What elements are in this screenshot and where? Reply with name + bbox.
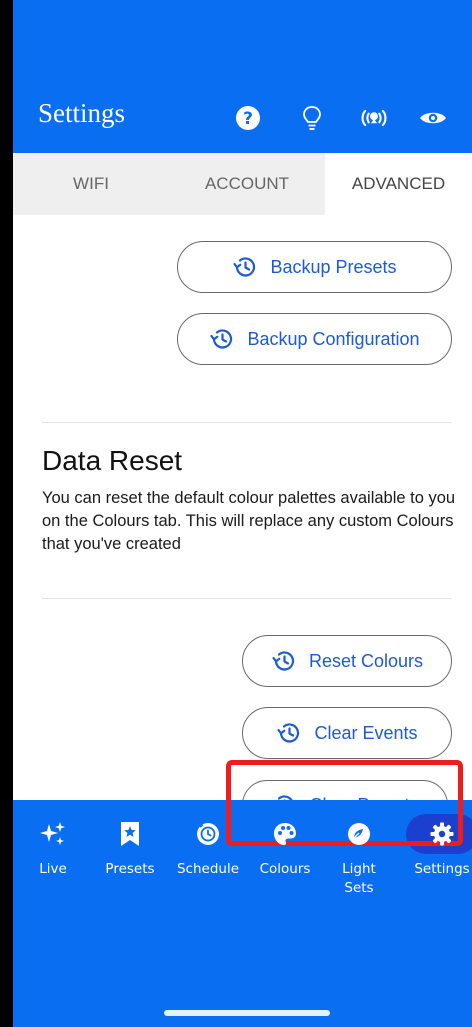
tab-wifi[interactable]: WIFI — [13, 153, 169, 215]
nav-colours[interactable]: Colours — [253, 800, 317, 879]
nav-label: Light Sets — [342, 861, 376, 896]
backup-configuration-label: Backup Configuration — [247, 328, 420, 349]
screen-edge — [0, 0, 13, 1027]
nav-settings[interactable]: Settings — [406, 800, 472, 879]
data-reset-heading: Data Reset — [42, 445, 183, 476]
nav-label: Settings — [414, 861, 470, 877]
nav-live[interactable]: Live — [31, 800, 75, 879]
reset-colours-label: Reset Colours — [308, 650, 424, 671]
divider — [42, 598, 452, 599]
history-icon — [271, 648, 297, 674]
broadcast-icon[interactable] — [359, 103, 389, 133]
backup-configuration-button[interactable]: Backup Configuration — [177, 313, 452, 365]
tab-account[interactable]: ACCOUNT — [169, 153, 325, 215]
home-indicator[interactable] — [164, 1010, 330, 1016]
advanced-panel: Backup Presets Backup Configuration Data… — [13, 215, 472, 830]
help-icon[interactable]: ? — [233, 103, 263, 133]
data-reset-description: You can reset the default colour palette… — [42, 489, 456, 553]
light-sets-icon — [343, 818, 375, 850]
nav-schedule[interactable]: Schedule — [170, 800, 246, 879]
divider — [42, 422, 452, 423]
eye-icon[interactable] — [418, 103, 448, 133]
backup-presets-label: Backup Presets — [270, 256, 397, 277]
settings-tabs: WIFI ACCOUNT ADVANCED — [13, 153, 472, 215]
nav-label: Presets — [105, 861, 155, 877]
bookmark-star-icon — [114, 818, 146, 850]
nav-label: Colours — [259, 861, 311, 877]
bulb-icon[interactable] — [297, 103, 327, 133]
history-icon — [209, 326, 235, 352]
gear-icon — [426, 818, 458, 850]
clock-icon — [192, 818, 224, 850]
nav-label: Live — [39, 861, 67, 877]
palette-icon — [269, 818, 301, 850]
svg-text:?: ? — [243, 109, 253, 129]
history-icon — [232, 254, 258, 280]
app-header: Settings ? — [13, 0, 472, 153]
backup-presets-button[interactable]: Backup Presets — [177, 241, 452, 293]
sparkles-icon — [37, 818, 69, 850]
tab-advanced[interactable]: ADVANCED — [325, 153, 472, 215]
page-title: Settings — [38, 98, 126, 128]
history-icon — [276, 720, 302, 746]
bottom-navigation: Live Presets Schedule Colours Light Sets… — [13, 800, 472, 1027]
nav-label: Schedule — [176, 861, 240, 877]
app-screen: Settings ? WIFI ACCOUNT ADVANCED Backup … — [0, 0, 472, 1027]
nav-presets[interactable]: Presets — [99, 800, 161, 879]
clear-events-label: Clear Events — [314, 722, 418, 743]
nav-light-sets[interactable]: Light Sets — [336, 800, 382, 898]
reset-colours-button[interactable]: Reset Colours — [242, 635, 452, 687]
clear-events-button[interactable]: Clear Events — [242, 707, 452, 759]
